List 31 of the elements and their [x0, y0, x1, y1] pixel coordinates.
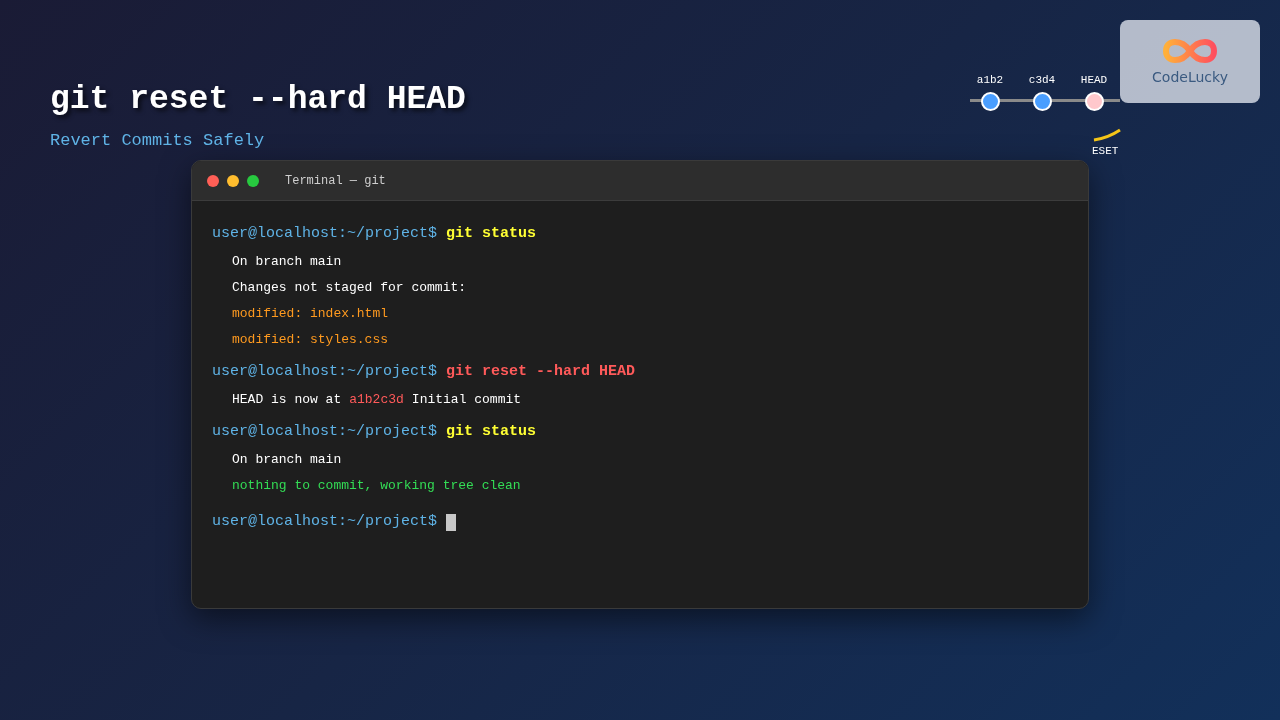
page-subtitle: Revert Commits Safely	[50, 131, 265, 151]
output-text: Initial commit	[411, 391, 522, 409]
page-title: git reset --hard HEAD	[50, 80, 466, 120]
output-text: Changes not staged for commit:	[232, 279, 467, 297]
arrow-label: ESET	[1092, 144, 1119, 158]
prompt-text: user@localhost:~/project$	[212, 423, 438, 441]
logo-text: CodeLucky	[1152, 68, 1228, 87]
command-text: git reset --hard HEAD	[446, 363, 636, 381]
prompt-text: user@localhost:~/project$	[212, 363, 438, 381]
output-text: nothing to commit, working tree clean	[232, 477, 521, 495]
commit-label: a1b2	[976, 73, 1004, 87]
maximize-button[interactable]	[247, 174, 259, 187]
prompt-text: user@localhost:~/project$	[212, 225, 438, 243]
commit-node[interactable]	[980, 92, 1000, 111]
commit-node[interactable]	[1032, 92, 1052, 111]
text-cursor	[446, 513, 457, 531]
commit-label: c3d4	[1028, 73, 1056, 87]
prompt-text: user@localhost:~/project$	[212, 513, 438, 531]
commit-label: HEAD	[1080, 73, 1108, 87]
window-title: Terminal — git	[285, 172, 386, 190]
close-button[interactable]	[207, 174, 219, 187]
output-text: modified: styles.css	[232, 331, 389, 349]
command-text: git status	[446, 423, 537, 441]
output-text: a1b2c3d	[349, 391, 404, 409]
output-text: On branch main	[232, 253, 342, 271]
output-text: HEAD is now at	[232, 391, 342, 409]
command-text: git status	[446, 225, 537, 243]
output-text: On branch main	[232, 451, 342, 469]
commit-node[interactable]	[1084, 92, 1104, 111]
minimize-button[interactable]	[227, 174, 239, 187]
output-text: modified: index.html	[232, 305, 389, 323]
